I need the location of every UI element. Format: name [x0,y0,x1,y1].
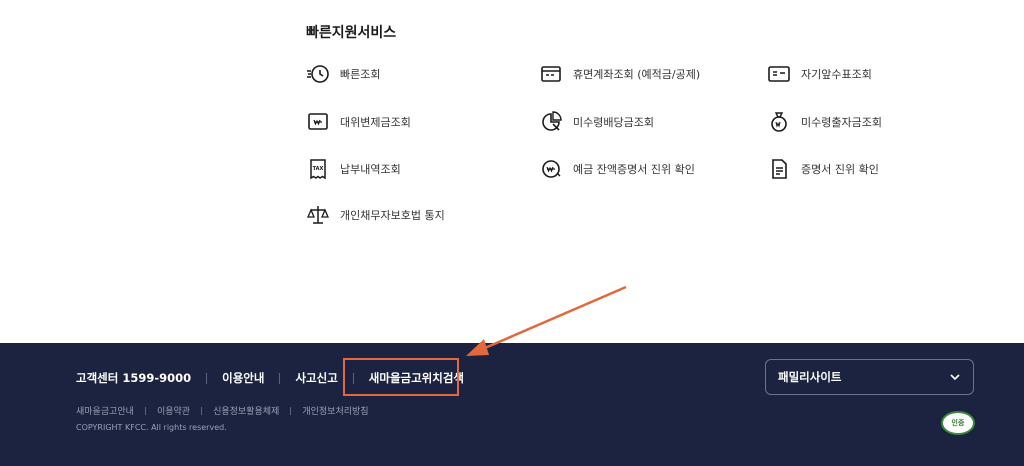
copyright-text: COPYRIGHT KFCC. All rights reserved. [76,423,227,432]
scale-icon [306,203,330,227]
service-deposit-certificate[interactable]: 예금 잔액증명서 진위 확인 [539,157,695,181]
service-unclaimed-dividend[interactable]: 미수령배당금조회 [539,110,654,134]
family-site-select[interactable]: 패밀리사이트 [765,359,974,395]
divider [144,406,146,415]
section-title: 빠른지원서비스 [306,25,397,41]
chevron-down-icon [949,368,961,387]
money-bag-icon [767,110,791,134]
quick-support-section: 빠른지원서비스 빠른조회 휴면계좌조회 (예적금/공제) 자기앞수표조회 대위변… [0,0,1024,343]
about-link[interactable]: 새마을금고안내 [76,404,134,417]
certificate-icon [767,157,791,181]
highlight-box [343,358,459,396]
divider [206,372,208,384]
accident-report-link[interactable]: 사고신고 [295,370,337,386]
won-coin-icon [539,157,563,181]
divider [290,406,292,415]
dormant-card-icon [539,62,563,86]
customer-center-link[interactable]: 고객센터 1599-9000 [76,370,191,386]
won-document-icon [306,110,330,134]
service-label: 개인채무자보호법 통지 [340,209,445,222]
service-debtor-protection[interactable]: 개인채무자보호법 통지 [306,203,445,227]
service-label: 자기앞수표조회 [801,68,872,81]
service-label: 증명서 진위 확인 [801,163,879,176]
service-payment-history[interactable]: TAX 납부내역조회 [306,157,401,181]
divider [279,372,281,384]
dividend-icon [539,110,563,134]
service-certificate-verify[interactable]: 증명서 진위 확인 [767,157,879,181]
certification-label: 인증 [951,419,965,427]
tax-receipt-icon: TAX [306,157,330,181]
fast-clock-icon [306,62,330,86]
divider [201,406,203,415]
cheque-icon [767,62,791,86]
privacy-policy-link[interactable]: 개인정보처리방침 [302,404,368,417]
service-label: 휴면계좌조회 (예적금/공제) [573,68,701,81]
service-unclaimed-capital[interactable]: 미수령출자금조회 [767,110,882,134]
credit-info-link[interactable]: 신용정보활용체제 [213,404,279,417]
family-site-label: 패밀리사이트 [778,370,842,384]
certification-mark: 인증 [941,411,975,435]
service-label: 대위변제금조회 [340,116,411,129]
usage-guide-link[interactable]: 이용안내 [222,370,264,386]
service-label: 예금 잔액증명서 진위 확인 [573,163,695,176]
service-label: 미수령출자금조회 [801,116,882,129]
service-fast-inquiry[interactable]: 빠른조회 [306,62,380,86]
service-label: 빠른조회 [340,68,381,81]
service-dormant-account[interactable]: 휴면계좌조회 (예적금/공제) [539,62,700,86]
service-subrogation[interactable]: 대위변제금조회 [306,110,411,134]
service-cheque-inquiry[interactable]: 자기앞수표조회 [767,62,872,86]
svg-text:TAX: TAX [313,166,324,172]
service-label: 미수령배당금조회 [573,116,654,129]
terms-link[interactable]: 이용약관 [157,404,190,417]
footer-secondary-links: 새마을금고안내 이용약관 신용정보활용체제 개인정보처리방침 [76,404,369,417]
service-label: 납부내역조회 [340,163,401,176]
